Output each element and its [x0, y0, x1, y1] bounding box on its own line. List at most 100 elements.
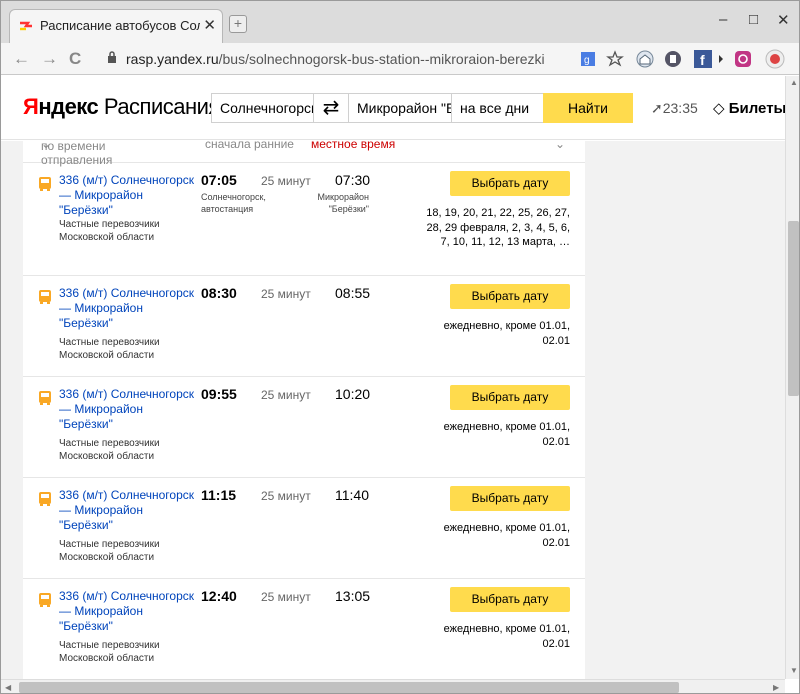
duration: 25 минут: [261, 174, 311, 188]
window-close-icon[interactable]: ✕: [777, 11, 790, 29]
carrier-name: Частные перевозчики Московской области: [59, 337, 160, 361]
current-time-value: 23:35: [662, 100, 698, 116]
carrier-name: Частные перевозчики Московской области: [59, 539, 160, 563]
instagram-icon[interactable]: [733, 49, 753, 69]
reload-icon[interactable]: C: [69, 49, 81, 69]
lock-icon: [108, 51, 116, 63]
carrier-name: Частные перевозчики Московской области: [59, 438, 160, 462]
scroll-right-icon[interactable]: ▶: [773, 683, 779, 692]
choose-date-button[interactable]: Выбрать дату: [450, 486, 570, 511]
current-time: ➚23:35: [651, 100, 698, 117]
forward-icon[interactable]: →: [41, 49, 58, 69]
url-host: rasp.yandex.ru: [126, 51, 219, 67]
arrival-time: 08:55: [335, 285, 371, 301]
route-link[interactable]: 336 (м/т) Солнечногорск — Микрорайон "Бе…: [59, 173, 199, 218]
chevron-down-icon[interactable]: ⌄: [555, 141, 565, 151]
departure-station: Солнечногорск, автостанция: [201, 192, 266, 214]
from-input[interactable]: Солнечногорск: [211, 93, 314, 123]
arrival-time: 11:40: [335, 487, 369, 503]
bus-icon: [39, 492, 51, 506]
table-row: 336 (м/т) Солнечногорск — Микрорайон "Бе…: [23, 579, 585, 679]
new-tab-button[interactable]: +: [229, 15, 247, 33]
adblock-icon[interactable]: [663, 49, 683, 69]
tab-title: Расписание автобусов Сол: [40, 18, 200, 33]
swap-direction-icon[interactable]: ⇄: [313, 93, 349, 123]
browser-window: Расписание автобусов Сол ✕ + – □ ✕ ← → C…: [0, 0, 800, 694]
back-icon[interactable]: ←: [13, 49, 30, 69]
logo-service: Расписания: [98, 94, 220, 119]
choose-date-button[interactable]: Выбрать дату: [450, 284, 570, 309]
sort-order[interactable]: сначала ранние: [205, 141, 294, 151]
svg-text:g: g: [584, 55, 590, 66]
route-link[interactable]: 336 (м/т) Солнечногорск — Микрорайон "Бе…: [59, 387, 199, 432]
location-arrow-icon: ➚: [651, 100, 663, 116]
arrival-time: 10:20: [335, 386, 371, 402]
departure-time: 07:05: [201, 172, 237, 188]
sort-by-time[interactable]: по времени отправления ⌄: [41, 141, 112, 167]
to-input[interactable]: Микрорайон "Берёзки": [348, 93, 452, 123]
departure-time: 11:15: [201, 487, 237, 503]
departure-time: 09:55: [201, 386, 237, 402]
schedule-card: по времени отправления ⌄ сначала ранние …: [23, 141, 585, 679]
table-row: 336 (м/т) Солнечногорск — Микрорайон "Бе…: [23, 163, 585, 276]
scroll-left-icon[interactable]: ◀: [5, 683, 11, 692]
carrier-name: Частные перевозчики Московской области: [59, 219, 160, 243]
duration: 25 минут: [261, 590, 311, 604]
horizontal-scrollbar[interactable]: ◀ ▶: [1, 679, 785, 693]
bus-icon: [39, 177, 51, 191]
tab-bar: Расписание автобусов Сол ✕ + – □ ✕: [1, 1, 799, 43]
chevron-right-icon[interactable]: [717, 49, 725, 69]
run-days: ежедневно, кроме 01.01, 02.01: [443, 421, 570, 448]
departure-time: 12:40: [201, 588, 237, 604]
route-link[interactable]: 336 (м/т) Солнечногорск — Микрорайон "Бе…: [59, 488, 199, 533]
minimize-icon[interactable]: –: [719, 11, 727, 28]
arrival-time: 07:30: [335, 172, 371, 188]
table-row: 336 (м/т) Солнечногорск — Микрорайон "Бе…: [23, 478, 585, 579]
arrival-time: 13:05: [335, 588, 371, 604]
yandex-header: Яндекс Расписания Солнечногорск ⇄ Микрор…: [1, 76, 786, 140]
ticket-icon: ◇: [713, 100, 725, 117]
choose-date-button[interactable]: Выбрать дату: [450, 171, 570, 196]
bus-icon: [39, 391, 51, 405]
duration: 25 минут: [261, 388, 311, 402]
google-translate-icon[interactable]: g: [579, 49, 599, 69]
home-icon[interactable]: [635, 49, 655, 69]
bus-icon: [39, 290, 51, 304]
local-time-toggle[interactable]: местное время: [311, 141, 395, 151]
choose-date-button[interactable]: Выбрать дату: [450, 385, 570, 410]
profile-avatar-icon[interactable]: [765, 49, 785, 69]
date-input[interactable]: на все дни: [451, 93, 544, 123]
run-days: ежедневно, кроме 01.01, 02.01: [443, 522, 570, 549]
run-days: ежедневно, кроме 01.01, 02.01: [443, 320, 570, 347]
arrival-station: Микрорайон "Берёзки": [317, 192, 370, 214]
route-link[interactable]: 336 (м/т) Солнечногорск — Микрорайон "Бе…: [59, 286, 199, 331]
bus-icon: [39, 593, 51, 607]
address-bar[interactable]: rasp.yandex.ru/bus/solnechnogorsk-bus-st…: [126, 51, 545, 67]
duration: 25 минут: [261, 287, 311, 301]
route-link[interactable]: 336 (м/т) Солнечногорск — Микрорайон "Бе…: [59, 589, 199, 634]
run-days: ежедневно, кроме 01.01, 02.01: [443, 623, 570, 650]
url-path: /bus/solnechnogorsk-bus-station--mikrora…: [218, 51, 545, 67]
scroll-down-icon[interactable]: ▼: [790, 666, 798, 675]
choose-date-button[interactable]: Выбрать дату: [450, 587, 570, 612]
carrier-name: Частные перевозчики Московской области: [59, 640, 160, 664]
scroll-up-icon[interactable]: ▲: [790, 78, 798, 87]
sort-bar: по времени отправления ⌄ сначала ранние …: [23, 141, 585, 167]
find-button[interactable]: Найти: [543, 93, 633, 123]
table-row: 336 (м/т) Солнечногорск — Микрорайон "Бе…: [23, 377, 585, 478]
yandex-rasp-logo[interactable]: Яндекс Расписания: [23, 94, 220, 120]
duration: 25 минут: [261, 489, 311, 503]
svg-text:f: f: [700, 52, 705, 68]
facebook-icon[interactable]: f: [693, 49, 713, 69]
vertical-scrollbar[interactable]: ▲ ▼: [785, 76, 799, 679]
maximize-icon[interactable]: □: [749, 11, 758, 28]
star-bookmark-icon[interactable]: [605, 49, 625, 69]
tab-active[interactable]: Расписание автобусов Сол ✕: [9, 9, 223, 43]
horizontal-scroll-thumb[interactable]: [19, 682, 679, 693]
vertical-scroll-thumb[interactable]: [788, 221, 799, 396]
tickets-link[interactable]: ◇ Билеты: [713, 99, 786, 117]
logo-ya-first: Я: [23, 94, 39, 119]
yandex-rasp-favicon-icon: [20, 21, 32, 31]
logo-ya-rest: ндекс: [38, 94, 99, 119]
tab-close-icon[interactable]: ✕: [203, 16, 216, 34]
